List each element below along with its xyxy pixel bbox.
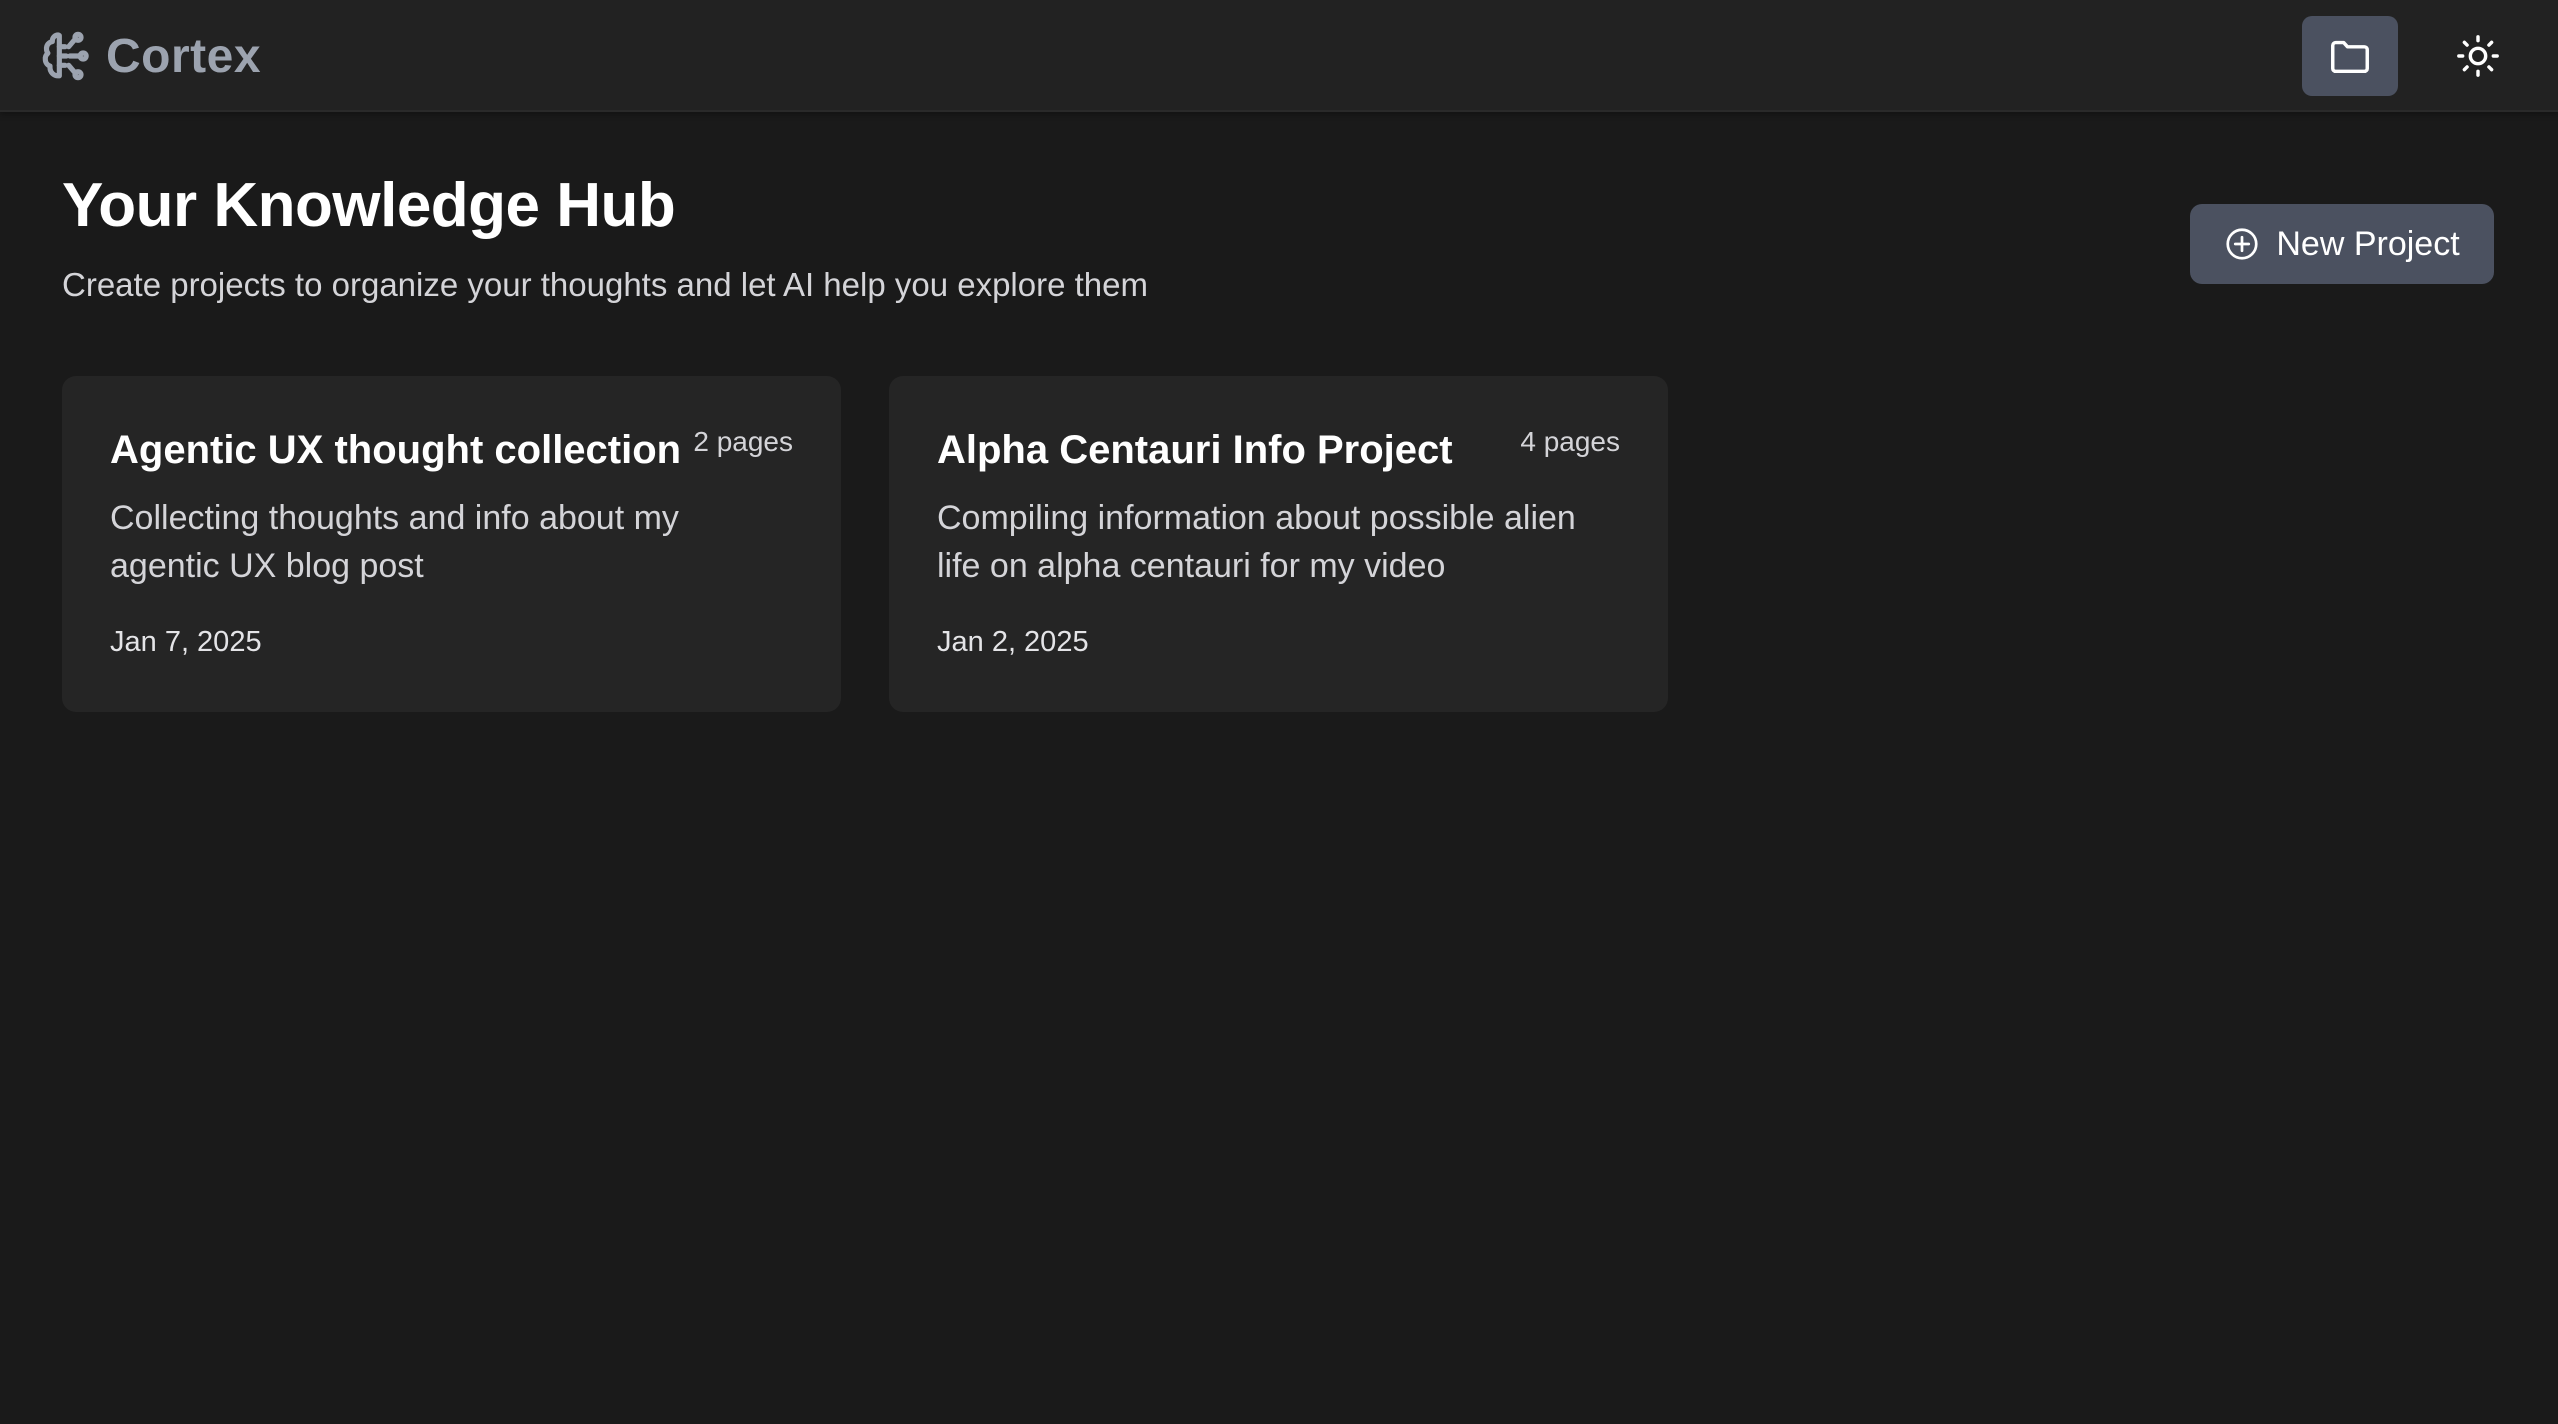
project-card[interactable]: Alpha Centauri Info Project 4 pages Comp… bbox=[889, 376, 1668, 712]
new-project-button[interactable]: New Project bbox=[2190, 204, 2494, 284]
new-project-label: New Project bbox=[2276, 224, 2460, 263]
project-card[interactable]: Agentic UX thought collection 2 pages Co… bbox=[62, 376, 841, 712]
brand-logo[interactable]: Cortex bbox=[36, 28, 261, 84]
page-count: 2 pages bbox=[693, 426, 793, 457]
app-name: Cortex bbox=[106, 29, 262, 83]
project-description: Collecting thoughts and info about my ag… bbox=[110, 499, 679, 585]
projects-button[interactable] bbox=[2302, 16, 2398, 96]
page-count: 4 pages bbox=[1520, 426, 1620, 457]
project-title: Agentic UX thought collection bbox=[110, 428, 682, 472]
page-subtitle: Create projects to organize your thought… bbox=[62, 266, 1148, 303]
project-date: Jan 7, 2025 bbox=[110, 626, 262, 658]
project-title: Alpha Centauri Info Project bbox=[937, 428, 1453, 472]
project-date: Jan 2, 2025 bbox=[937, 626, 1089, 658]
top-navigation-bar: Cortex bbox=[0, 0, 2558, 112]
folder-icon bbox=[2331, 40, 2369, 74]
plus-circle-icon bbox=[2226, 228, 2258, 260]
page-title: Your Knowledge Hub bbox=[62, 171, 676, 240]
project-description: Compiling information about possible ali… bbox=[937, 499, 1576, 585]
sun-icon bbox=[2457, 35, 2499, 77]
brain-icon bbox=[42, 31, 89, 81]
theme-toggle-button[interactable] bbox=[2430, 16, 2526, 96]
